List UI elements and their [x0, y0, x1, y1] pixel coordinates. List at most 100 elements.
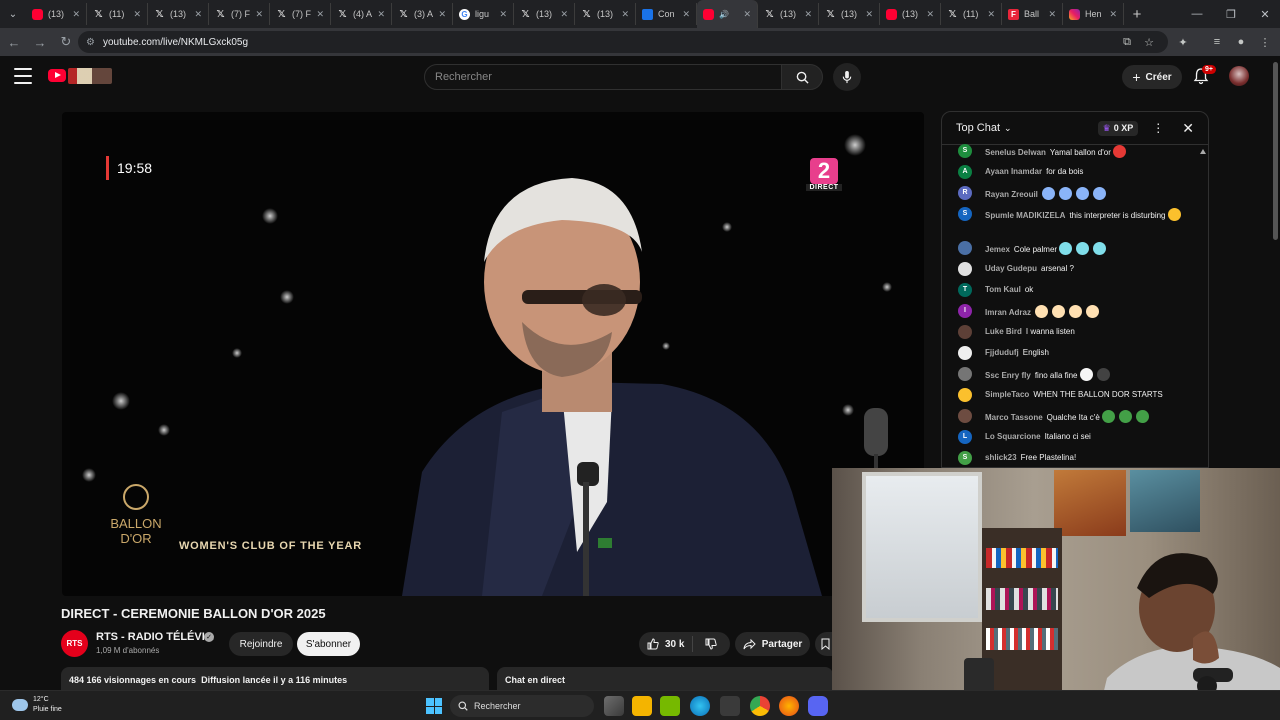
tab-close-icon[interactable]: ✕	[804, 9, 812, 20]
tab-close-icon[interactable]: ✕	[133, 9, 141, 20]
browser-tab[interactable]: 𝕏 (11) ✕	[87, 3, 148, 25]
tab-close-icon[interactable]: ✕	[72, 9, 80, 20]
chat-mode-dropdown[interactable]: Top Chat ⌄	[956, 122, 1098, 134]
chat-message[interactable]: Jemex Cole palmer	[942, 241, 1200, 263]
browser-menu-icon[interactable]: ⋮	[1256, 33, 1274, 51]
xp-badge[interactable]: ♛ 0 XP	[1097, 120, 1139, 136]
chat-author-avatar[interactable]: T	[958, 283, 972, 297]
browser-tab[interactable]: 𝕏 (13) ✕	[514, 3, 575, 25]
chat-author-avatar[interactable]	[958, 241, 972, 255]
chat-author-avatar[interactable]: I	[958, 304, 972, 318]
youtube-logo-icon[interactable]	[48, 69, 66, 82]
chat-more-icon[interactable]: ⋮	[1152, 121, 1164, 135]
close-chat-icon[interactable]: ✕	[1182, 120, 1194, 137]
browser-tab[interactable]: 𝕏 (3) A ✕	[392, 3, 453, 25]
chat-message[interactable]: L Lo Squarcione Italiano ci sei	[942, 430, 1200, 452]
chat-author-avatar[interactable]: S	[958, 144, 972, 158]
chat-author-name[interactable]: Luke Bird	[985, 327, 1022, 336]
chrome-icon[interactable]	[750, 696, 770, 716]
minimize-icon[interactable]: —	[1180, 0, 1214, 28]
chat-author-avatar[interactable]: A	[958, 165, 972, 179]
tab-audio-icon[interactable]: 🔊	[719, 10, 729, 19]
chat-message[interactable]: I Imran Adraz	[942, 304, 1200, 326]
chat-author-name[interactable]: Ayaan Inamdar	[985, 167, 1042, 176]
video-player[interactable]: 19:58 2 DIRECT BALLON D'OR WOMEN'S CLUB …	[62, 112, 924, 596]
weather-widget[interactable]: 12°C Pluie fine	[12, 695, 62, 715]
chat-scrollbar[interactable]	[1199, 147, 1207, 467]
browser-tab[interactable]: 𝕏 (11) ✕	[941, 3, 1002, 25]
chat-message[interactable]: T Tom Kaul ok	[942, 283, 1200, 305]
chat-author-avatar[interactable]: S	[958, 207, 972, 221]
tab-close-icon[interactable]: ✕	[926, 9, 934, 20]
browser-tab[interactable]: 𝕏 (4) A ✕	[331, 3, 392, 25]
tab-close-icon[interactable]: ✕	[1048, 9, 1056, 20]
chat-message[interactable]: SimpleTaco WHEN THE BALLON DOR STARTS	[942, 388, 1200, 410]
chat-author-avatar[interactable]: S	[958, 451, 972, 465]
tab-close-icon[interactable]: ✕	[255, 9, 263, 20]
chat-author-avatar[interactable]	[958, 409, 972, 423]
edge-icon[interactable]	[690, 696, 710, 716]
media-icon[interactable]: ≡	[1208, 33, 1226, 51]
dislike-button[interactable]	[693, 638, 729, 650]
chat-author-name[interactable]: Imran Adraz	[985, 308, 1031, 317]
chat-message[interactable]: Fjjdudufj English	[942, 346, 1200, 368]
chat-message[interactable]: Marco Tassone Qualche Ita c'è	[942, 409, 1200, 431]
voice-search-button[interactable]	[833, 63, 861, 91]
browser-tab[interactable]: (13) ✕	[26, 3, 87, 25]
browser-tab[interactable]: 𝕏 (7) F ✕	[270, 3, 331, 25]
chat-message[interactable]: Uday Gudepu arsenal ?	[942, 262, 1200, 284]
chat-author-avatar[interactable]	[958, 388, 972, 402]
chat-author-name[interactable]: Senelus Delwan	[985, 148, 1046, 157]
tab-close-icon[interactable]: ✕	[194, 9, 202, 20]
close-window-icon[interactable]: ✕	[1248, 0, 1280, 28]
chat-author-name[interactable]: Lo Squarcione	[985, 432, 1041, 441]
taskbar-search[interactable]: Rechercher	[450, 695, 594, 717]
tab-close-icon[interactable]: ✕	[377, 9, 385, 20]
tab-close-icon[interactable]: ✕	[865, 9, 873, 20]
store-icon[interactable]	[720, 696, 740, 716]
chat-author-avatar[interactable]: L	[958, 430, 972, 444]
browser-tab[interactable]: 𝕏 (13) ✕	[148, 3, 209, 25]
bookmark-star-icon[interactable]: ☆	[1140, 33, 1158, 51]
chat-author-name[interactable]: Spumle MADIKIZELA	[985, 211, 1065, 220]
channel-name[interactable]: RTS - RADIO TÉLÉVI...	[96, 631, 214, 643]
chat-author-name[interactable]: Rayan Zreouil	[985, 190, 1038, 199]
back-icon[interactable]: ←	[2, 30, 26, 54]
windows-start-icon[interactable]	[426, 698, 442, 714]
chat-author-avatar[interactable]	[958, 346, 972, 360]
forward-icon[interactable]: →	[28, 30, 52, 54]
account-avatar[interactable]	[1229, 66, 1249, 86]
task-view-icon[interactable]	[604, 696, 624, 716]
youtube-doodle[interactable]	[68, 68, 112, 84]
menu-icon[interactable]	[14, 68, 32, 84]
subscribe-button[interactable]: S'abonner	[297, 632, 360, 656]
browser-tab[interactable]: 𝕏 (7) F ✕	[209, 3, 270, 25]
tab-close-icon[interactable]: ✕	[316, 9, 324, 20]
chat-author-avatar[interactable]	[958, 367, 972, 381]
tab-close-icon[interactable]: ✕	[682, 9, 690, 20]
chat-message[interactable]: S Senelus Delwan Yamal ballon d'or	[942, 144, 1200, 166]
browser-tab[interactable]: 𝕏 (13) ✕	[819, 3, 880, 25]
maximize-icon[interactable]: ❐	[1214, 0, 1248, 28]
install-icon[interactable]: ⧉	[1118, 33, 1136, 51]
chat-author-name[interactable]: Jemex	[985, 245, 1010, 254]
chat-author-name[interactable]: Marco Tassone	[985, 413, 1043, 422]
address-bar[interactable]: ⚙ youtube.com/live/NKMLGxck05g	[78, 31, 1168, 53]
search-button[interactable]	[781, 64, 823, 90]
chat-author-name[interactable]: Tom Kaul	[985, 285, 1021, 294]
reload-icon[interactable]: ↻	[54, 30, 78, 54]
like-button[interactable]: 30 k	[639, 636, 693, 652]
site-info-icon[interactable]: ⚙	[86, 37, 95, 48]
chat-message[interactable]: R Rayan Zreouil	[942, 186, 1200, 208]
browser-tab[interactable]: Gligu ✕	[453, 3, 514, 25]
tab-close-icon[interactable]: ✕	[499, 9, 507, 20]
browser-tab[interactable]: Con ✕	[636, 3, 697, 25]
tab-close-icon[interactable]: ✕	[987, 9, 995, 20]
chat-author-name[interactable]: Ssc Enry fly	[985, 371, 1031, 380]
chat-message[interactable]: A Ayaan Inamdar for da bois	[942, 165, 1200, 187]
chat-author-avatar[interactable]	[958, 325, 972, 339]
browser-tab[interactable]: Hen ✕	[1063, 3, 1124, 25]
chat-author-avatar[interactable]: R	[958, 186, 972, 200]
channel-avatar[interactable]: RTS	[61, 630, 88, 657]
profile-icon[interactable]: ●	[1232, 33, 1250, 51]
